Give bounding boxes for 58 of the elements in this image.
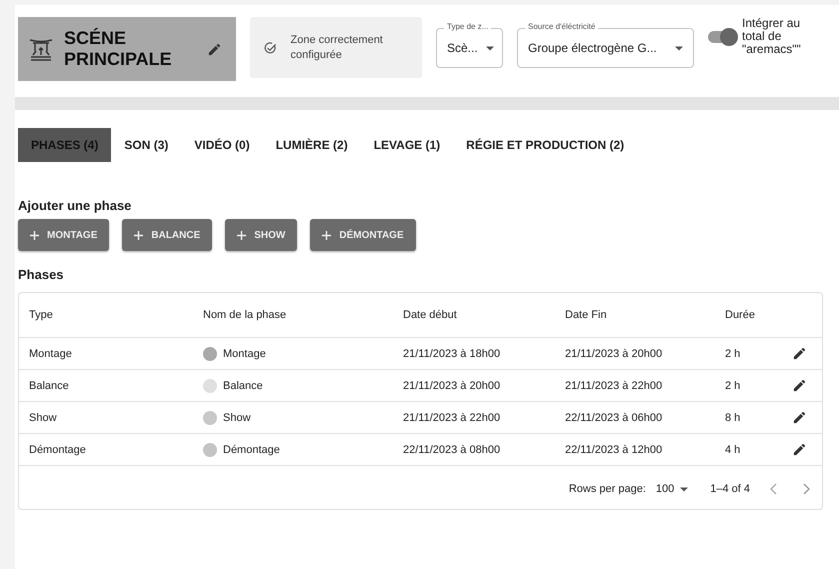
- tab[interactable]: VIDÉO (0): [181, 128, 263, 162]
- edit-icon[interactable]: [792, 378, 807, 393]
- tab[interactable]: SON (3): [111, 128, 182, 162]
- field-label: Type de z...: [444, 22, 492, 31]
- edit-icon[interactable]: [207, 42, 222, 56]
- plus-icon: [30, 230, 39, 240]
- rows-per-page-label: Rows per page:: [568, 483, 646, 495]
- table-cell: Montage: [223, 348, 266, 360]
- column-header: Type: [29, 309, 54, 321]
- page-range: 1–4 of 4: [710, 483, 750, 495]
- edit-icon[interactable]: [792, 346, 807, 361]
- zone-title: SCÉNE PRINCIPALE: [64, 28, 173, 70]
- table-cell: Balance: [223, 380, 263, 392]
- add-phase-button[interactable]: SHOW: [225, 219, 298, 251]
- tab[interactable]: LUMIÈRE (2): [262, 128, 361, 162]
- plus-icon: [134, 230, 144, 240]
- section-title: Phases: [18, 267, 65, 282]
- add-phase-button[interactable]: DÉMONTAGE: [310, 219, 416, 251]
- rows-per-page-select[interactable]: 100: [656, 483, 688, 495]
- add-phase-button[interactable]: MONTAGE: [18, 219, 110, 251]
- edit-icon[interactable]: [792, 410, 807, 425]
- column-header: Date début: [403, 309, 458, 321]
- stage-icon: [28, 37, 54, 61]
- table-cell-text: 21/11/2023 à 20h00: [565, 348, 664, 360]
- table-cell-text: Show: [29, 412, 58, 424]
- status-text: Zone correctement configurée: [290, 32, 384, 62]
- tab[interactable]: RÉGIE ET PRODUCTION (2): [453, 128, 638, 162]
- table-cell: Show: [223, 412, 251, 424]
- table-cell-text: 22/11/2023 à 08h00: [403, 444, 502, 456]
- table-cell-text: 4 h: [725, 444, 742, 456]
- edit-icon[interactable]: [792, 442, 807, 457]
- table-cell-text: 8 h: [725, 412, 742, 424]
- table-cell-text: 21/11/2023 à 20h00: [403, 380, 502, 392]
- section-title: Ajouter une phase: [18, 198, 132, 213]
- add-phase-button[interactable]: BALANCE: [122, 219, 212, 251]
- toggle-label: Intégrer au total de "aremacs"": [742, 17, 802, 56]
- plus-icon: [322, 230, 332, 240]
- table-cell-text: Démontage: [29, 444, 87, 456]
- table-cell-text: 21/11/2023 à 22h00: [403, 412, 502, 424]
- table-cell: Démontage: [223, 444, 280, 456]
- column-header: Nom de la phase: [203, 309, 288, 321]
- table-cell-text: Montage: [29, 348, 73, 360]
- table-cell-text: 2 h: [725, 380, 742, 392]
- table-cell-text: 2 h: [725, 348, 742, 360]
- next-page-icon[interactable]: [802, 483, 810, 495]
- table-cell-text: 21/11/2023 à 22h00: [565, 380, 664, 392]
- column-header: Durée: [725, 309, 756, 321]
- tab[interactable]: LEVAGE (1): [360, 128, 454, 162]
- plus-icon: [237, 230, 246, 240]
- caret-icon: [675, 46, 683, 50]
- table-cell-text: Balance: [29, 380, 70, 392]
- table-cell-text: 22/11/2023 à 06h00: [565, 412, 664, 424]
- field-label: Source d'éléctricité: [525, 22, 598, 31]
- table-cell-text: 22/11/2023 à 12h00: [565, 444, 664, 456]
- caret-icon: [486, 46, 494, 50]
- column-header: Date Fin: [565, 309, 608, 321]
- caret-icon: [680, 486, 688, 492]
- table-cell-text: 21/11/2023 à 18h00: [403, 348, 502, 360]
